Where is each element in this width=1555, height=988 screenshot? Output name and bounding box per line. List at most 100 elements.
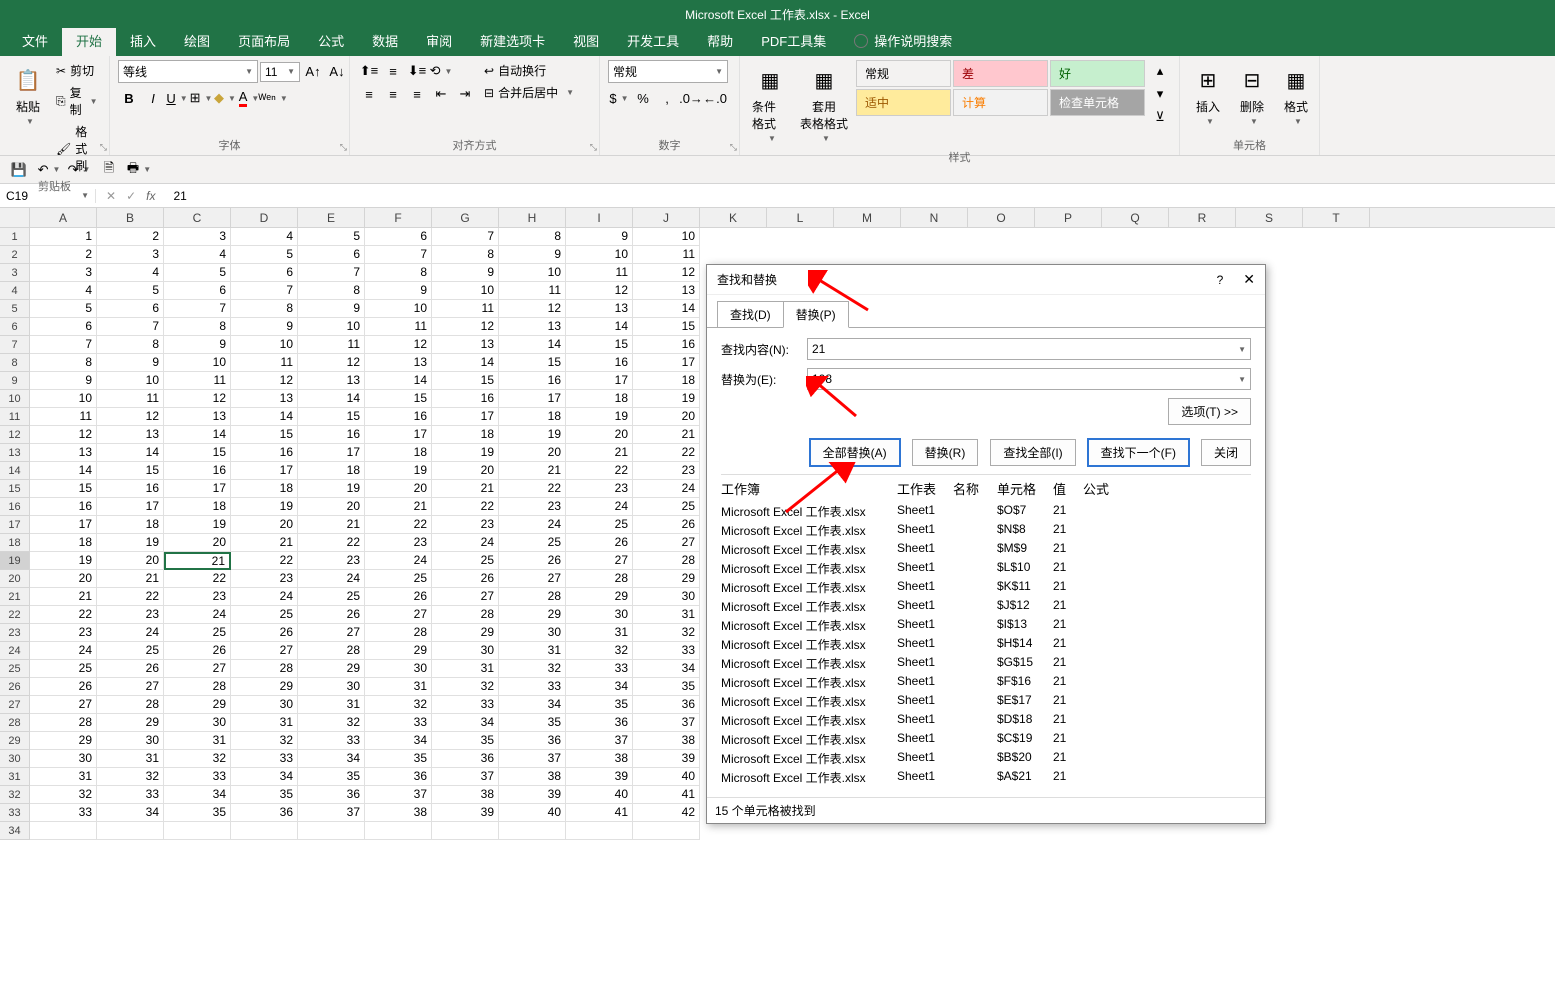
cell[interactable]: 25 bbox=[566, 516, 633, 534]
cell[interactable]: 32 bbox=[432, 678, 499, 696]
cell[interactable]: 7 bbox=[30, 336, 97, 354]
cell[interactable]: 31 bbox=[566, 624, 633, 642]
cell[interactable]: 10 bbox=[30, 390, 97, 408]
cell[interactable]: 39 bbox=[566, 768, 633, 786]
column-header[interactable]: G bbox=[432, 208, 499, 227]
row-header[interactable]: 2 bbox=[0, 246, 30, 264]
cell[interactable]: 14 bbox=[365, 372, 432, 390]
cell[interactable]: 20 bbox=[164, 534, 231, 552]
cell[interactable]: 18 bbox=[164, 498, 231, 516]
cell[interactable]: 22 bbox=[365, 516, 432, 534]
cell[interactable]: 9 bbox=[432, 264, 499, 282]
cell[interactable]: 13 bbox=[97, 426, 164, 444]
help-icon[interactable]: ? bbox=[1217, 273, 1224, 287]
cell[interactable]: 12 bbox=[365, 336, 432, 354]
cell[interactable]: 32 bbox=[164, 750, 231, 768]
cell[interactable]: 7 bbox=[97, 318, 164, 336]
cell[interactable]: 30 bbox=[499, 624, 566, 642]
cell[interactable]: 29 bbox=[633, 570, 700, 588]
cell[interactable]: 12 bbox=[97, 408, 164, 426]
cell[interactable]: 12 bbox=[298, 354, 365, 372]
cell[interactable]: 11 bbox=[30, 408, 97, 426]
tab-developer[interactable]: 开发工具 bbox=[613, 25, 693, 56]
cell[interactable]: 12 bbox=[566, 282, 633, 300]
tab-review[interactable]: 审阅 bbox=[412, 25, 466, 56]
cell[interactable]: 18 bbox=[633, 372, 700, 390]
cell[interactable]: 33 bbox=[30, 804, 97, 822]
cell[interactable]: 36 bbox=[365, 768, 432, 786]
cell[interactable]: 34 bbox=[566, 678, 633, 696]
cell[interactable]: 25 bbox=[633, 498, 700, 516]
cell[interactable]: 33 bbox=[298, 732, 365, 750]
options-button[interactable]: 选项(T) >> bbox=[1168, 398, 1251, 425]
bottom-align-button[interactable]: ⬇≡ bbox=[406, 60, 428, 82]
find-input[interactable]: 21▼ bbox=[807, 338, 1251, 360]
cell[interactable]: 13 bbox=[164, 408, 231, 426]
decrease-font-button[interactable]: A↓ bbox=[326, 61, 348, 83]
cell[interactable]: 24 bbox=[566, 498, 633, 516]
cell[interactable]: 11 bbox=[164, 372, 231, 390]
decrease-decimal-button[interactable]: ←.0 bbox=[704, 87, 726, 109]
cell[interactable]: 9 bbox=[365, 282, 432, 300]
result-row[interactable]: Microsoft Excel 工作表.xlsxSheet1$N$821 bbox=[721, 521, 1251, 540]
fx-icon[interactable]: fx bbox=[146, 189, 155, 203]
cell[interactable]: 41 bbox=[566, 804, 633, 822]
cell[interactable]: 17 bbox=[164, 480, 231, 498]
cell-style-good[interactable]: 好 bbox=[1050, 60, 1145, 87]
cell[interactable]: 27 bbox=[432, 588, 499, 606]
cell[interactable]: 21 bbox=[164, 552, 231, 570]
cell[interactable]: 32 bbox=[566, 642, 633, 660]
result-row[interactable]: Microsoft Excel 工作表.xlsxSheet1$O$721 bbox=[721, 502, 1251, 521]
cell[interactable]: 10 bbox=[365, 300, 432, 318]
cell[interactable]: 11 bbox=[365, 318, 432, 336]
cell[interactable]: 12 bbox=[633, 264, 700, 282]
cell[interactable]: 34 bbox=[499, 696, 566, 714]
cell[interactable]: 12 bbox=[30, 426, 97, 444]
row-header[interactable]: 10 bbox=[0, 390, 30, 408]
row-header[interactable]: 34 bbox=[0, 822, 30, 840]
cell[interactable]: 27 bbox=[164, 660, 231, 678]
merge-center-button[interactable]: ⊟合并后居中▼ bbox=[480, 82, 578, 103]
cell[interactable]: 14 bbox=[499, 336, 566, 354]
cell[interactable]: 4 bbox=[97, 264, 164, 282]
cell[interactable]: 18 bbox=[365, 444, 432, 462]
cell[interactable]: 5 bbox=[30, 300, 97, 318]
result-row[interactable]: Microsoft Excel 工作表.xlsxSheet1$H$1421 bbox=[721, 635, 1251, 654]
cell[interactable]: 2 bbox=[97, 228, 164, 246]
cell[interactable]: 20 bbox=[633, 408, 700, 426]
cell[interactable]: 27 bbox=[566, 552, 633, 570]
top-align-button[interactable]: ⬆≡ bbox=[358, 60, 380, 82]
cell[interactable]: 18 bbox=[97, 516, 164, 534]
cell[interactable]: 31 bbox=[298, 696, 365, 714]
cell[interactable]: 11 bbox=[499, 282, 566, 300]
cell[interactable]: 34 bbox=[365, 732, 432, 750]
row-header[interactable]: 22 bbox=[0, 606, 30, 624]
cell[interactable]: 8 bbox=[30, 354, 97, 372]
cell[interactable]: 29 bbox=[97, 714, 164, 732]
cell[interactable]: 29 bbox=[432, 624, 499, 642]
cell[interactable]: 32 bbox=[298, 714, 365, 732]
cell[interactable]: 8 bbox=[164, 318, 231, 336]
cell[interactable]: 28 bbox=[164, 678, 231, 696]
column-header[interactable]: J bbox=[633, 208, 700, 227]
cell[interactable]: 26 bbox=[97, 660, 164, 678]
cell[interactable]: 19 bbox=[97, 534, 164, 552]
tab-newtab[interactable]: 新建选项卡 bbox=[466, 25, 559, 56]
cell[interactable]: 30 bbox=[164, 714, 231, 732]
cell[interactable]: 33 bbox=[231, 750, 298, 768]
cell[interactable]: 22 bbox=[298, 534, 365, 552]
cell[interactable]: 23 bbox=[97, 606, 164, 624]
result-row[interactable]: Microsoft Excel 工作表.xlsxSheet1$J$1221 bbox=[721, 597, 1251, 616]
cell[interactable]: 23 bbox=[633, 462, 700, 480]
cell[interactable]: 38 bbox=[499, 768, 566, 786]
cell[interactable]: 4 bbox=[30, 282, 97, 300]
cell[interactable]: 15 bbox=[298, 408, 365, 426]
row-header[interactable]: 27 bbox=[0, 696, 30, 714]
cell[interactable]: 6 bbox=[298, 246, 365, 264]
cell[interactable]: 24 bbox=[499, 516, 566, 534]
cell[interactable]: 33 bbox=[566, 660, 633, 678]
cell[interactable]: 21 bbox=[298, 516, 365, 534]
cell[interactable]: 20 bbox=[30, 570, 97, 588]
cell[interactable]: 35 bbox=[231, 786, 298, 804]
cell[interactable]: 40 bbox=[633, 768, 700, 786]
